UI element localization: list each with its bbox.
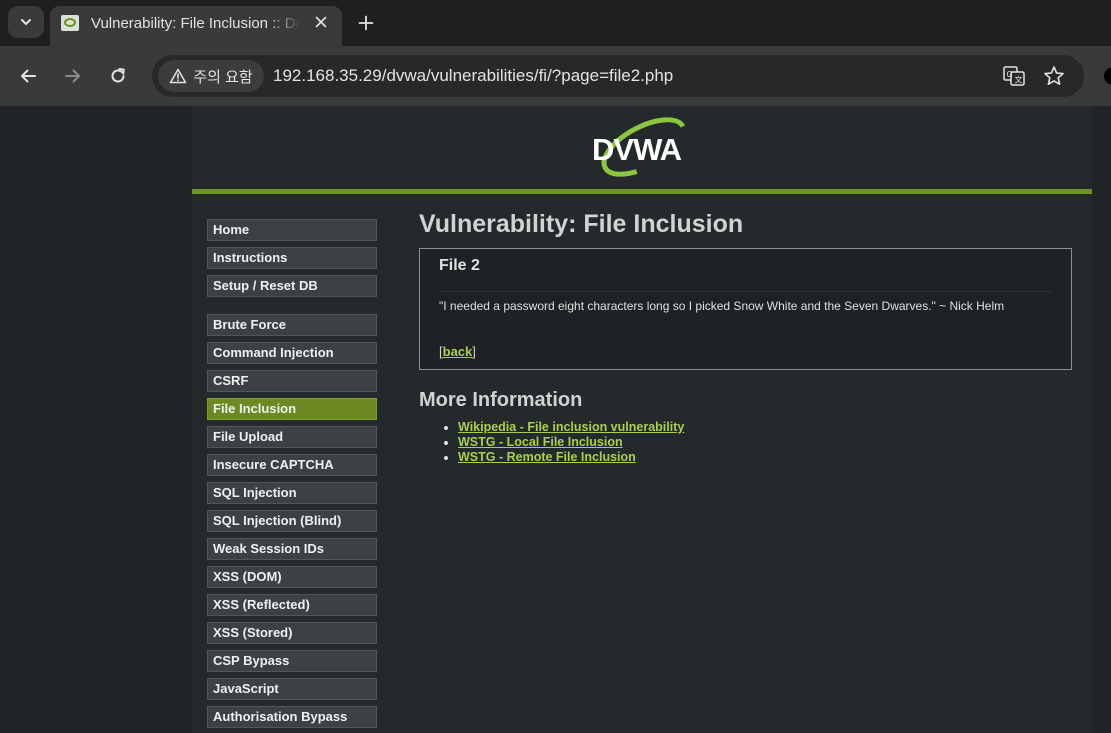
back-link[interactable]: back — [443, 344, 473, 359]
more-information-heading: More Information — [419, 389, 583, 411]
menu-item-xss-stored[interactable]: XSS (Stored) — [207, 622, 377, 644]
close-icon — [315, 16, 327, 28]
file-quote: "I needed a password eight characters lo… — [439, 299, 1005, 313]
dvwa-favicon-icon — [61, 15, 79, 31]
menu-item-setup-reset-db[interactable]: Setup / Reset DB — [207, 275, 377, 297]
star-icon — [1044, 66, 1064, 85]
tab-strip: Vulnerability: File Inclusion :: Damn Vu… — [0, 0, 1111, 46]
page-title: Vulnerability: File Inclusion — [419, 210, 744, 238]
main-body: Vulnerability: File Inclusion File 2 "I … — [419, 203, 1072, 465]
menu-item-file-inclusion[interactable]: File Inclusion — [207, 398, 377, 420]
new-tab-button[interactable] — [352, 9, 380, 37]
svg-text:DVWA: DVWA — [592, 132, 682, 167]
menu-item-file-upload[interactable]: File Upload — [207, 426, 377, 448]
warning-icon — [170, 68, 187, 84]
menu-item-command-injection[interactable]: Command Injection — [207, 342, 377, 364]
menu-item-instructions[interactable]: Instructions — [207, 247, 377, 269]
svg-text:文: 文 — [1015, 75, 1023, 85]
link-wikipedia-file-inclusion[interactable]: Wikipedia - File inclusion vulnerability — [458, 420, 684, 434]
menu-item-javascript[interactable]: JavaScript — [207, 678, 377, 700]
tab-title: Vulnerability: File Inclusion :: Damn Vu… — [91, 15, 301, 32]
side-menu: Home Instructions Setup / Reset DB Brute Fo… — [207, 219, 378, 733]
menu-item-csrf[interactable]: CSRF — [207, 370, 377, 392]
translate-icon: G 文 — [1003, 66, 1025, 86]
bookmark-button[interactable] — [1042, 64, 1066, 88]
vulnerable-code-area: File 2 "I needed a password eight charac… — [419, 248, 1072, 370]
page-viewport: DVWA Home Instructions Setup / Reset DB Bru… — [0, 106, 1111, 733]
security-label: 주의 요함 — [193, 68, 253, 86]
translate-button[interactable]: G 文 — [1002, 64, 1026, 88]
menu-item-brute-force[interactable]: Brute Force — [207, 314, 377, 336]
chevron-down-icon — [21, 19, 31, 26]
tab-search-button[interactable] — [8, 6, 44, 38]
dvwa-container: DVWA Home Instructions Setup / Reset DB Bru… — [192, 106, 1092, 733]
menu-item-csp-bypass[interactable]: CSP Bypass — [207, 650, 377, 672]
bracket-close: ] — [472, 344, 476, 359]
dvwa-logo: DVWA — [592, 116, 688, 178]
reload-button[interactable] — [102, 60, 134, 92]
back-line: [back] — [439, 344, 476, 359]
list-item: WSTG - Remote File Inclusion — [458, 450, 1072, 465]
forward-button[interactable] — [57, 60, 89, 92]
menu-item-xss-dom[interactable]: XSS (DOM) — [207, 566, 377, 588]
reload-icon — [111, 68, 125, 83]
more-information-links: Wikipedia - File inclusion vulnerability… — [419, 420, 1072, 465]
browser-toolbar: 주의 요함 192.168.35.29/dvwa/vulnerabilities… — [0, 46, 1111, 106]
url-text[interactable]: 192.168.35.29/dvwa/vulnerabilities/fi/?p… — [273, 66, 673, 86]
link-wstg-local-file-inclusion[interactable]: WSTG - Local File Inclusion — [458, 435, 623, 449]
dvwa-header: DVWA — [192, 106, 1092, 194]
list-item: WSTG - Local File Inclusion — [458, 435, 1072, 450]
svg-text:G: G — [1007, 70, 1013, 79]
plus-icon — [358, 15, 374, 31]
browser-tab-active[interactable]: Vulnerability: File Inclusion :: Damn Vu… — [50, 6, 342, 46]
file-heading: File 2 — [439, 257, 480, 274]
arrow-right-icon — [65, 69, 80, 83]
divider — [439, 291, 1052, 292]
menu-item-xss-reflected[interactable]: XSS (Reflected) — [207, 594, 377, 616]
tab-close-button[interactable] — [310, 11, 332, 33]
menu-item-weak-session-ids[interactable]: Weak Session IDs — [207, 538, 377, 560]
site-security-chip[interactable]: 주의 요함 — [158, 60, 264, 92]
back-button[interactable] — [12, 60, 44, 92]
address-bar[interactable]: 주의 요함 192.168.35.29/dvwa/vulnerabilities… — [152, 55, 1084, 97]
profile-avatar[interactable] — [1104, 68, 1111, 84]
menu-item-authorisation-bypass[interactable]: Authorisation Bypass — [207, 706, 377, 728]
link-wstg-remote-file-inclusion[interactable]: WSTG - Remote File Inclusion — [458, 450, 636, 464]
list-item: Wikipedia - File inclusion vulnerability — [458, 420, 1072, 435]
menu-item-insecure-captcha[interactable]: Insecure CAPTCHA — [207, 454, 377, 476]
menu-item-sql-injection[interactable]: SQL Injection — [207, 482, 377, 504]
menu-group: Brute Force Command Injection CSRF File Inc… — [207, 314, 378, 733]
menu-item-sql-injection-blind[interactable]: SQL Injection (Blind) — [207, 510, 377, 532]
arrow-left-icon — [21, 69, 36, 83]
menu-item-home[interactable]: Home — [207, 219, 377, 241]
menu-group: Home Instructions Setup / Reset DB — [207, 219, 378, 297]
